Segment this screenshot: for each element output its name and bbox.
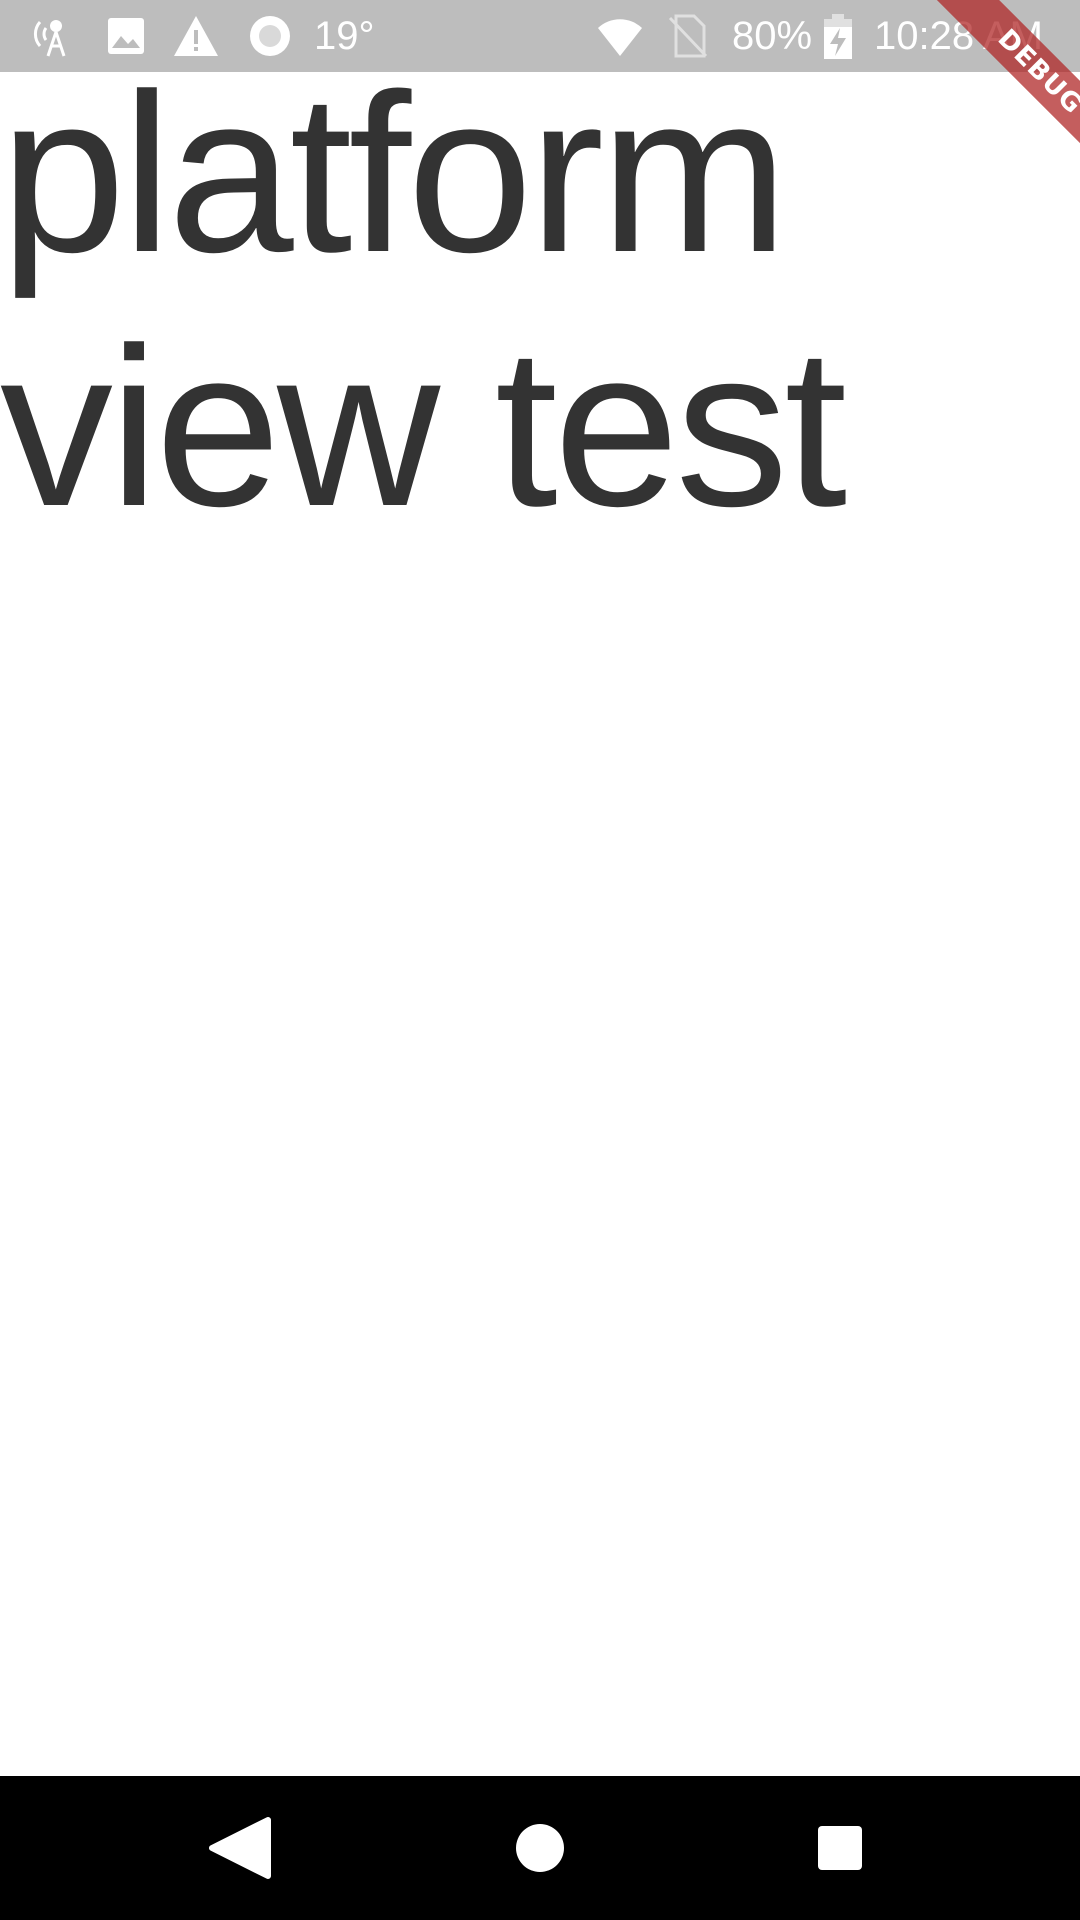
home-button[interactable] xyxy=(498,1806,582,1890)
recents-button[interactable] xyxy=(798,1806,882,1890)
back-button[interactable] xyxy=(198,1806,282,1890)
navigation-bar xyxy=(0,1776,1080,1920)
back-icon xyxy=(198,1806,282,1890)
home-icon xyxy=(498,1806,582,1890)
recents-icon xyxy=(798,1806,882,1890)
platform-view-text: platform view test xyxy=(0,46,847,553)
app-screen: 19° 80% 10:28 AM platform view test DEBU… xyxy=(0,0,1080,1920)
